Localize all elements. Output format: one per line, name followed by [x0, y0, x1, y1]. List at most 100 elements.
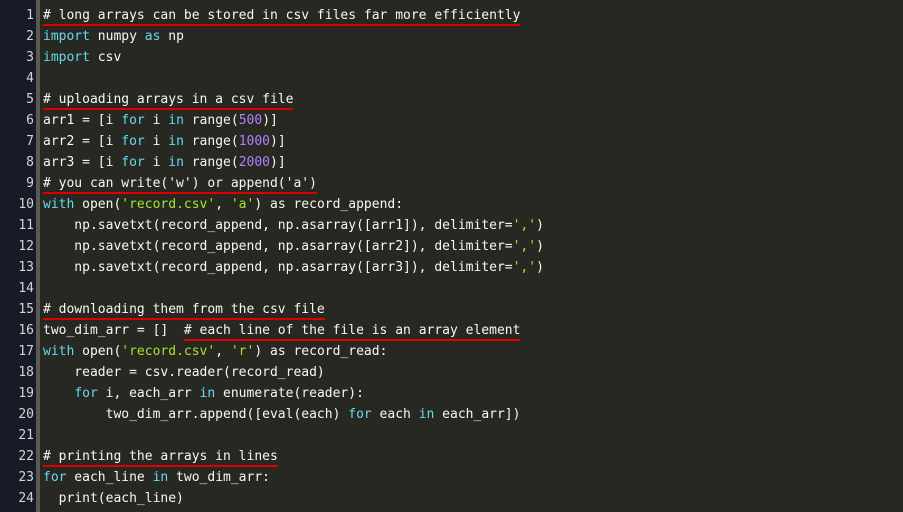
comment: # you can write('w') or append('a'): [43, 176, 317, 194]
code-line[interactable]: np.savetxt(record_append, np.asarray([ar…: [43, 257, 903, 278]
code-text: range(: [183, 155, 239, 170]
code-line[interactable]: # you can write('w') or append('a'): [43, 173, 903, 194]
code-editor[interactable]: 1 2 3 4 5 6 7 8 9 10 11 12 13 14 15 16 17 18 19 20 21 22 23 24 …: [0, 0, 903, 512]
code-line[interactable]: two_dim_arr.append([eval(each) for each …: [43, 404, 903, 425]
line-number: 14: [18, 281, 34, 296]
keyword: for: [121, 155, 145, 170]
code-line[interactable]: # uploading arrays in a csv file: [43, 89, 903, 110]
line-number: 24: [18, 491, 34, 506]
comment: # uploading arrays in a csv file: [43, 92, 294, 110]
line-number: 20: [18, 407, 34, 422]
code-text: np: [160, 29, 184, 44]
code-text: ,: [215, 344, 231, 359]
code-text: numpy: [89, 29, 145, 44]
keyword: for: [121, 113, 145, 128]
code-line[interactable]: with open('record.csv', 'a') as record_a…: [43, 194, 903, 215]
keyword: import: [43, 29, 90, 44]
keyword: for: [121, 134, 145, 149]
line-number: 2: [26, 29, 34, 44]
code-line[interactable]: [43, 68, 903, 89]
keyword: with: [43, 344, 75, 359]
line-number: 11: [18, 218, 34, 233]
comment: # long arrays can be stored in csv files…: [43, 8, 521, 26]
string-literal: ',': [512, 260, 537, 275]
code-text: arr2 = [i: [43, 134, 122, 149]
code-area[interactable]: # long arrays can be stored in csv files…: [40, 0, 903, 512]
code-line[interactable]: print(each_line): [43, 488, 903, 509]
line-number: 9: [26, 176, 34, 191]
keyword: in: [168, 134, 184, 149]
code-text: enumerate(reader):: [215, 386, 364, 401]
comment: # downloading them from the csv file: [43, 302, 325, 320]
code-text: ): [536, 260, 544, 275]
code-line[interactable]: with open('record.csv', 'r') as record_r…: [43, 341, 903, 362]
code-text: ): [536, 218, 544, 233]
code-line[interactable]: # printing the arrays in lines: [43, 446, 903, 467]
code-line[interactable]: reader = csv.reader(record_read): [43, 362, 903, 383]
keyword: in: [152, 470, 169, 485]
code-text: ) as record_read:: [254, 344, 388, 359]
line-number: 12: [18, 239, 34, 254]
code-text: ) as record_append:: [254, 197, 404, 212]
keyword: in: [199, 386, 216, 401]
line-number: 15: [18, 302, 34, 317]
code-line[interactable]: # downloading them from the csv file: [43, 299, 903, 320]
comment: # each line of the file is an array elem…: [183, 323, 521, 341]
line-number: 23: [18, 470, 34, 485]
code-text: )]: [270, 155, 286, 170]
code-line[interactable]: np.savetxt(record_append, np.asarray([ar…: [43, 236, 903, 257]
code-text: )]: [270, 134, 286, 149]
line-number: 22: [18, 449, 34, 464]
line-number: 17: [18, 344, 34, 359]
code-line[interactable]: np.savetxt(record_append, np.asarray([ar…: [43, 215, 903, 236]
line-number-gutter: 1 2 3 4 5 6 7 8 9 10 11 12 13 14 15 16 17 18 19 20 21 22 23 24: [0, 0, 40, 512]
line-number: 18: [18, 365, 34, 380]
code-text: each: [371, 407, 419, 422]
line-number: 5: [26, 92, 34, 107]
keyword: import: [43, 50, 90, 65]
code-text: np.savetxt(record_append, np.asarray([ar…: [43, 260, 513, 275]
code-line[interactable]: import numpy as np: [43, 26, 903, 47]
string-literal: ',': [512, 239, 537, 254]
keyword: in: [418, 407, 435, 422]
code-text: two_dim_arr.append([eval(each): [43, 407, 349, 422]
code-line[interactable]: arr3 = [i for i in range(2000)]: [43, 152, 903, 173]
line-number: 10: [18, 197, 34, 212]
code-line[interactable]: two_dim_arr = [] # each line of the file…: [43, 320, 903, 341]
keyword: for: [43, 470, 67, 485]
keyword: with: [43, 197, 75, 212]
number-literal: 2000: [238, 155, 271, 170]
code-text: i: [144, 113, 169, 128]
code-line[interactable]: import csv: [43, 47, 903, 68]
code-text: ,: [215, 197, 231, 212]
code-line[interactable]: [43, 278, 903, 299]
keyword: for: [348, 407, 372, 422]
code-line[interactable]: for i, each_arr in enumerate(reader):: [43, 383, 903, 404]
string-literal: 'record.csv': [121, 344, 216, 359]
string-literal: 'record.csv': [121, 197, 216, 212]
code-text: reader = csv.reader(record_read): [43, 365, 325, 380]
code-line[interactable]: for each_line in two_dim_arr:: [43, 467, 903, 488]
code-text: csv: [89, 50, 122, 65]
keyword: in: [168, 113, 184, 128]
string-literal: ',': [512, 218, 537, 233]
keyword: as: [144, 29, 161, 44]
code-line[interactable]: arr2 = [i for i in range(1000)]: [43, 131, 903, 152]
keyword: in: [168, 155, 184, 170]
code-text: np.savetxt(record_append, np.asarray([ar…: [43, 239, 513, 254]
string-literal: 'r': [230, 344, 255, 359]
code-text: each_arr]): [434, 407, 521, 422]
code-line[interactable]: # long arrays can be stored in csv files…: [43, 5, 903, 26]
string-literal: 'a': [230, 197, 255, 212]
code-line[interactable]: [43, 425, 903, 446]
code-text: range(: [183, 134, 239, 149]
line-number: 19: [18, 386, 34, 401]
code-line[interactable]: arr1 = [i for i in range(500)]: [43, 110, 903, 131]
comment: # printing the arrays in lines: [43, 449, 278, 467]
code-text: open(: [74, 197, 122, 212]
line-number: 16: [18, 323, 34, 338]
code-text: two_dim_arr:: [168, 470, 270, 485]
code-text: i, each_arr: [97, 386, 200, 401]
line-number: 1: [26, 8, 34, 23]
